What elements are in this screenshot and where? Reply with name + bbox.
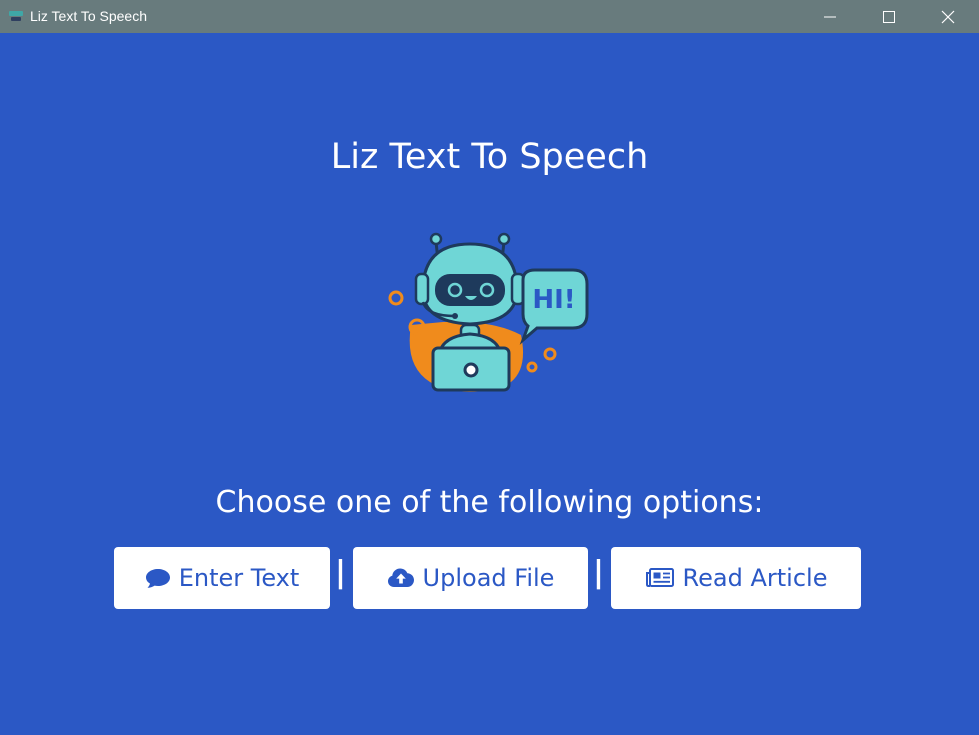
robot-with-laptop-icon: HI! <box>388 232 589 392</box>
read-article-label: Read Article <box>682 564 828 592</box>
newspaper-icon <box>645 568 674 587</box>
close-button[interactable] <box>919 0 979 33</box>
maximize-icon <box>883 11 895 23</box>
enter-text-label: Enter Text <box>178 564 300 592</box>
options-prompt: Choose one of the following options: <box>215 485 764 520</box>
window-title: Liz Text To Speech <box>30 8 148 24</box>
separator: | <box>335 555 346 590</box>
cloud-upload-icon <box>387 568 414 587</box>
app-window: Liz Text To Speech Liz Text To Speech HI… <box>0 0 979 735</box>
enter-text-button[interactable]: Enter Text <box>114 547 330 609</box>
main-content: Liz Text To Speech HI! Choose one of the… <box>0 33 979 735</box>
page-title: Liz Text To Speech <box>330 137 649 177</box>
app-icon <box>9 11 23 21</box>
upload-file-label: Upload File <box>422 564 555 592</box>
title-bar[interactable]: Liz Text To Speech <box>0 0 979 33</box>
close-icon <box>941 10 955 24</box>
maximize-button[interactable] <box>860 0 918 33</box>
comment-icon <box>145 569 170 588</box>
speech-bubble-text: HI! <box>532 285 575 315</box>
minimize-button[interactable] <box>801 0 859 33</box>
upload-file-button[interactable]: Upload File <box>353 547 588 609</box>
separator: | <box>593 555 604 590</box>
minimize-icon <box>824 16 836 18</box>
read-article-button[interactable]: Read Article <box>611 547 861 609</box>
